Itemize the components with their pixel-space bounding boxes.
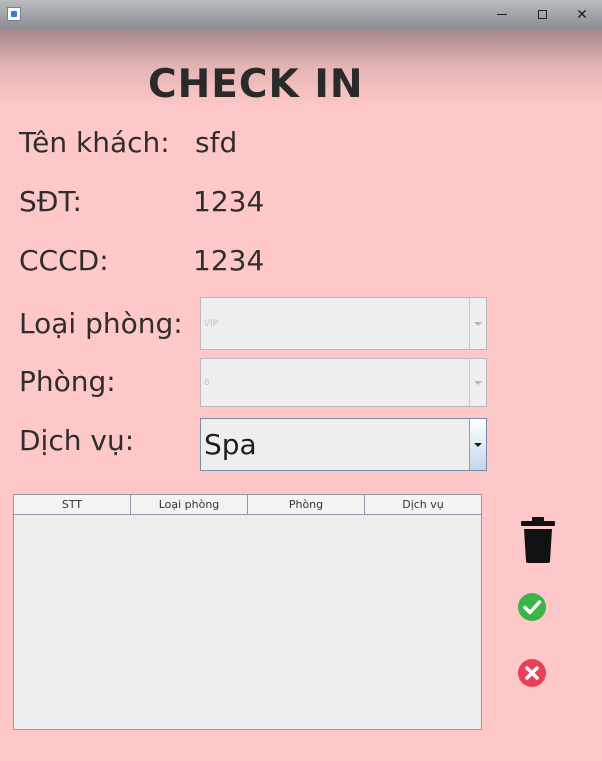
- room-selected: 6: [204, 377, 210, 388]
- room-type-label: Loại phòng:: [19, 307, 183, 340]
- room-type-selected: VIP: [204, 318, 219, 329]
- room-select[interactable]: 6: [200, 358, 487, 407]
- trash-icon[interactable]: [520, 517, 556, 563]
- chevron-down-icon: [474, 380, 482, 385]
- page-title: CHECK IN: [148, 62, 364, 107]
- service-dropdown-button[interactable]: [469, 419, 486, 470]
- service-selected: Spa: [204, 428, 257, 461]
- column-header-stt[interactable]: STT: [14, 495, 131, 514]
- x-circle-icon[interactable]: [517, 658, 547, 688]
- room-label: Phòng:: [19, 365, 116, 398]
- service-label: Dịch vụ:: [19, 424, 135, 457]
- phone-value: 1234: [193, 185, 265, 218]
- id-label: CCCD:: [19, 244, 109, 277]
- id-value: 1234: [193, 244, 265, 277]
- title-bar: ✕: [0, 0, 602, 29]
- column-header-room[interactable]: Phòng: [248, 495, 365, 514]
- room-dropdown-button[interactable]: [469, 359, 486, 406]
- check-circle-icon[interactable]: [517, 592, 547, 622]
- room-type-dropdown-button[interactable]: [469, 298, 486, 349]
- column-header-room-type[interactable]: Loại phòng: [131, 495, 248, 514]
- close-icon: ✕: [576, 6, 588, 23]
- maximize-icon: [537, 10, 547, 19]
- service-select[interactable]: Spa: [200, 418, 487, 471]
- java-app-icon: [7, 7, 21, 21]
- column-header-service[interactable]: Dịch vụ: [365, 495, 481, 514]
- maximize-button[interactable]: [522, 0, 562, 29]
- guest-name-label: Tên khách:: [19, 126, 170, 159]
- booking-table[interactable]: STT Loại phòng Phòng Dịch vụ: [13, 494, 482, 730]
- close-window-button[interactable]: ✕: [562, 0, 602, 29]
- minimize-button[interactable]: [482, 0, 522, 29]
- chevron-down-icon: [474, 442, 482, 447]
- guest-name-value: sfd: [195, 126, 238, 159]
- room-type-select[interactable]: VIP: [200, 297, 487, 350]
- phone-label: SĐT:: [19, 185, 82, 218]
- table-header: STT Loại phòng Phòng Dịch vụ: [14, 495, 481, 515]
- minimize-icon: [497, 14, 507, 15]
- chevron-down-icon: [474, 321, 482, 326]
